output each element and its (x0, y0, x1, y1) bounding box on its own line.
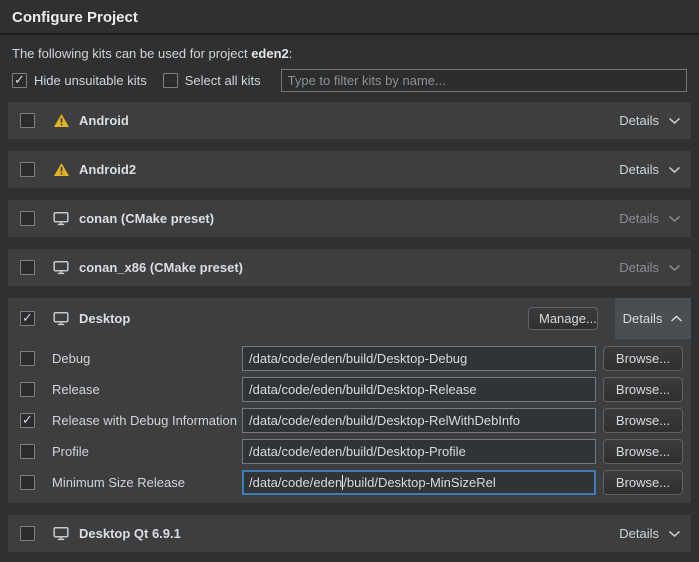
config-label: Release (52, 382, 242, 397)
kit-name: Desktop (79, 311, 130, 326)
config-label: Profile (52, 444, 242, 459)
kit-checkbox-desktop-qt-691[interactable] (20, 526, 35, 541)
config-checkbox-debug[interactable] (20, 351, 35, 366)
kit-checkbox-android[interactable] (20, 113, 35, 128)
intro-text: The following kits can be used for proje… (12, 46, 687, 61)
build-path-input-relwithdebinfo[interactable]: /data/code/eden/build/Desktop-RelWithDeb… (242, 408, 596, 433)
config-label: Minimum Size Release (52, 475, 242, 490)
chevron-down-icon (668, 530, 681, 538)
details-toggle-android2[interactable]: Details (619, 162, 681, 177)
config-row-minsizerel: Minimum Size Release /data/code/eden/bui… (20, 469, 683, 495)
kit-checkbox-conan-x86[interactable] (20, 260, 35, 275)
browse-button-debug[interactable]: Browse... (603, 346, 683, 371)
hide-unsuitable-kits-checkbox[interactable] (12, 73, 27, 88)
hide-unsuitable-kits-label: Hide unsuitable kits (34, 73, 147, 88)
kit-name: Android2 (79, 162, 136, 177)
config-checkbox-release[interactable] (20, 382, 35, 397)
config-checkbox-relwithdebinfo[interactable] (20, 413, 35, 428)
config-row-release: Release /data/code/eden/build/Desktop-Re… (20, 376, 683, 402)
filter-wrap (281, 69, 687, 92)
kit-row-conan-x86: conan_x86 (CMake preset) Details (8, 249, 691, 286)
chevron-down-icon (668, 117, 681, 125)
kit-row-conan: conan (CMake preset) Details (8, 200, 691, 237)
project-name: eden2 (251, 46, 289, 61)
kit-row-android2: Android2 Details (8, 151, 691, 188)
chevron-down-icon (668, 264, 681, 272)
browse-button-profile[interactable]: Browse... (603, 439, 683, 464)
desktop-build-configs: Debug /data/code/eden/build/Desktop-Debu… (8, 339, 691, 503)
browse-button-minsizerel[interactable]: Browse... (603, 470, 683, 495)
details-toggle-conan-x86: Details (619, 260, 681, 275)
config-row-profile: Profile /data/code/eden/build/Desktop-Pr… (20, 438, 683, 464)
chevron-up-icon (670, 315, 683, 323)
dialog-header: Configure Project (0, 0, 699, 35)
details-toggle-conan: Details (619, 211, 681, 226)
desktop-monitor-icon (52, 311, 70, 326)
kit-checkbox-desktop[interactable] (20, 311, 35, 326)
browse-button-release[interactable]: Browse... (603, 377, 683, 402)
kit-filter-input[interactable] (281, 69, 687, 92)
page-title: Configure Project (12, 9, 687, 26)
kit-name: conan_x86 (CMake preset) (79, 260, 243, 275)
manage-kits-button[interactable]: Manage... (528, 307, 598, 330)
config-label: Release with Debug Information (52, 413, 242, 428)
chevron-down-icon (668, 215, 681, 223)
config-checkbox-minsizerel[interactable] (20, 475, 35, 490)
kit-name: Android (79, 113, 129, 128)
hide-unsuitable-kits-option: Hide unsuitable kits (12, 73, 147, 88)
kit-checkbox-android2[interactable] (20, 162, 35, 177)
kit-row-desktop: Desktop Manage... Details (8, 298, 691, 339)
kit-filter-controls: Hide unsuitable kits Select all kits (12, 69, 687, 92)
config-label: Debug (52, 351, 242, 366)
select-all-kits-option: Select all kits (163, 73, 261, 88)
config-row-debug: Debug /data/code/eden/build/Desktop-Debu… (20, 345, 683, 371)
desktop-monitor-icon (52, 260, 70, 275)
build-path-input-release[interactable]: /data/code/eden/build/Desktop-Release (242, 377, 596, 402)
details-toggle-android[interactable]: Details (619, 113, 681, 128)
config-checkbox-profile[interactable] (20, 444, 35, 459)
kit-name: Desktop Qt 6.9.1 (79, 526, 181, 541)
kit-name: conan (CMake preset) (79, 211, 214, 226)
build-path-input-profile[interactable]: /data/code/eden/build/Desktop-Profile (242, 439, 596, 464)
kit-row-desktop-qt-691: Desktop Qt 6.9.1 Details (8, 515, 691, 552)
select-all-kits-checkbox[interactable] (163, 73, 178, 88)
kit-section-desktop: Desktop Manage... Details Debug /data/co… (8, 298, 691, 503)
warning-icon (52, 113, 70, 128)
chevron-down-icon (668, 166, 681, 174)
config-row-relwithdebinfo: Release with Debug Information /data/cod… (20, 407, 683, 433)
details-toggle-desktop[interactable]: Details (615, 298, 691, 339)
desktop-monitor-icon (52, 526, 70, 541)
browse-button-relwithdebinfo[interactable]: Browse... (603, 408, 683, 433)
desktop-monitor-icon (52, 211, 70, 226)
build-path-input-debug[interactable]: /data/code/eden/build/Desktop-Debug (242, 346, 596, 371)
warning-icon (52, 162, 70, 177)
details-toggle-desktop-qt-691[interactable]: Details (619, 526, 681, 541)
kit-row-android: Android Details (8, 102, 691, 139)
build-path-input-minsizerel[interactable]: /data/code/eden/build/Desktop-MinSizeRel (242, 470, 596, 495)
kit-checkbox-conan[interactable] (20, 211, 35, 226)
select-all-kits-label: Select all kits (185, 73, 261, 88)
kit-list: Android Details Android2 Details conan (… (0, 102, 699, 562)
